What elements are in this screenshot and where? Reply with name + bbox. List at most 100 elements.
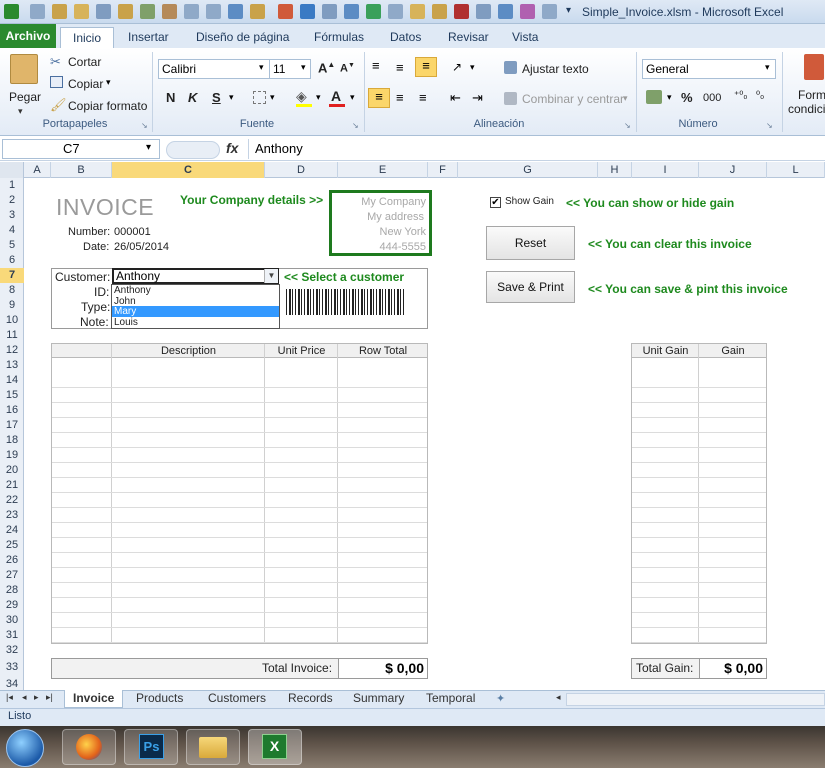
dialog-launcher-icon[interactable]: ↘ [352, 121, 359, 130]
currency-dropdown-icon[interactable]: ▾ [667, 92, 672, 103]
row-header[interactable]: 2 [0, 193, 24, 208]
row-header[interactable]: 19 [0, 448, 24, 463]
row-header[interactable]: 21 [0, 478, 24, 493]
shrink-font-icon[interactable]: A▼ [340, 62, 355, 75]
align-top-icon[interactable]: ≡ [372, 58, 380, 73]
quick-access-icon[interactable] [542, 4, 557, 19]
total-gain-value[interactable]: $ 0,00 [699, 659, 766, 678]
column-header-f[interactable]: F [428, 162, 458, 178]
row-header[interactable]: 32 [0, 643, 24, 658]
quick-access-icon[interactable] [344, 4, 359, 19]
percent-button[interactable]: % [681, 90, 693, 105]
undo-icon[interactable] [52, 4, 67, 19]
row-header[interactable]: 31 [0, 628, 24, 643]
decrease-decimal-icon[interactable]: ⁰₀ [756, 90, 764, 101]
name-box[interactable]: C7 [2, 139, 160, 159]
column-header-d[interactable]: D [265, 162, 338, 178]
row-header[interactable]: 15 [0, 388, 24, 403]
dropdown-option-louis[interactable]: Louis [114, 317, 138, 328]
sheet-tab-summary[interactable]: Summary [345, 690, 412, 708]
sheet-tab-products[interactable]: Products [128, 690, 191, 708]
sheet-nav-next-icon[interactable]: ▸ [34, 692, 39, 703]
italic-button[interactable]: K [188, 90, 197, 105]
borders-icon[interactable] [253, 91, 266, 104]
quick-access-icon[interactable] [410, 4, 425, 19]
number-format-combo[interactable]: General [642, 59, 776, 79]
quick-access-icon[interactable] [322, 4, 337, 19]
row-header[interactable]: 8 [0, 283, 24, 298]
font-color-dropdown-icon[interactable]: ▾ [350, 92, 355, 103]
name-box-dropdown-icon[interactable]: ▾ [146, 142, 151, 153]
row-header[interactable]: 9 [0, 298, 24, 313]
dialog-launcher-icon[interactable]: ↘ [141, 121, 148, 130]
number-format-dropdown-icon[interactable]: ▾ [765, 62, 770, 73]
quick-access-icon[interactable] [162, 4, 177, 19]
tab-inicio[interactable]: Inicio [60, 27, 114, 49]
underline-dropdown-icon[interactable]: ▾ [229, 92, 234, 103]
dropdown-option-mary[interactable]: Mary [112, 306, 279, 317]
quick-access-icon[interactable] [140, 4, 155, 19]
row-header[interactable]: 25 [0, 538, 24, 553]
quick-access-icon[interactable] [228, 4, 243, 19]
show-gain-checkbox[interactable]: ✔ [490, 197, 501, 208]
column-header-a[interactable]: A [24, 162, 51, 178]
quick-access-icon[interactable] [520, 4, 535, 19]
row-header[interactable]: 30 [0, 613, 24, 628]
row-header[interactable]: 5 [0, 238, 24, 253]
quick-access-icon[interactable] [96, 4, 111, 19]
row-header[interactable]: 11 [0, 328, 24, 343]
row-header[interactable]: 6 [0, 253, 24, 268]
tab-archivo[interactable]: Archivo [0, 24, 56, 48]
merge-center-button[interactable]: Combinar y centrar [522, 92, 624, 106]
row-header[interactable]: 28 [0, 583, 24, 598]
font-color-icon[interactable]: A [331, 88, 341, 104]
customer-dropdown-icon[interactable]: ▼ [264, 269, 278, 283]
align-bottom-icon[interactable]: ≡ [415, 57, 437, 77]
tab-diseno[interactable]: Diseño de página [186, 27, 299, 48]
dropdown-option-anthony[interactable]: Anthony [114, 285, 151, 296]
tab-vista[interactable]: Vista [502, 27, 548, 48]
row-header-active[interactable]: 7 [0, 268, 24, 283]
sheet-nav-first-icon[interactable]: |◂ [6, 692, 13, 703]
row-header[interactable]: 23 [0, 508, 24, 523]
column-header-b[interactable]: B [51, 162, 112, 178]
number-value[interactable]: 000001 [114, 226, 151, 238]
column-header-l[interactable]: L [767, 162, 825, 178]
row-header[interactable]: 14 [0, 373, 24, 388]
row-header[interactable]: 12 [0, 343, 24, 358]
excel-app-icon[interactable] [4, 4, 19, 19]
tab-formulas[interactable]: Fórmulas [304, 27, 374, 48]
currency-icon[interactable] [646, 90, 662, 104]
save-print-button[interactable]: Save & Print [486, 271, 575, 303]
quick-access-icon[interactable] [118, 4, 133, 19]
sheet-nav-prev-icon[interactable]: ◂ [22, 692, 27, 703]
sheet-tab-temporal[interactable]: Temporal [418, 690, 483, 708]
row-header[interactable]: 4 [0, 223, 24, 238]
align-middle-icon[interactable]: ≡ [396, 60, 404, 75]
grow-font-icon[interactable]: A▲ [318, 60, 335, 75]
insert-function-icon[interactable]: fx [226, 140, 238, 156]
paste-dropdown-icon[interactable]: ▾ [18, 106, 23, 117]
increase-decimal-icon[interactable]: ⁺⁰₀ [734, 90, 747, 101]
copy-dropdown-icon[interactable]: ▾ [106, 77, 111, 88]
quick-access-icon[interactable] [388, 4, 403, 19]
column-header-i[interactable]: I [632, 162, 699, 178]
column-header-c[interactable]: C [112, 162, 265, 178]
customer-combo[interactable]: Anthony [112, 268, 279, 284]
start-button-icon[interactable] [6, 729, 44, 767]
save-icon[interactable] [30, 4, 45, 19]
conditional-format-label-1[interactable]: Form [798, 88, 825, 102]
sheet-tab-invoice[interactable]: Invoice [64, 690, 124, 708]
reset-button[interactable]: Reset [486, 226, 575, 260]
total-invoice-value[interactable]: $ 0,00 [338, 659, 427, 678]
font-size-dropdown-icon[interactable]: ▾ [301, 62, 306, 73]
redo-icon[interactable] [74, 4, 89, 19]
sheet-tab-customers[interactable]: Customers [200, 690, 274, 708]
quick-access-icon[interactable] [454, 4, 469, 19]
row-header[interactable]: 24 [0, 523, 24, 538]
borders-dropdown-icon[interactable]: ▾ [270, 92, 275, 103]
quick-access-icon[interactable] [366, 4, 381, 19]
quick-access-icon[interactable] [206, 4, 221, 19]
row-header[interactable]: 18 [0, 433, 24, 448]
align-center-icon[interactable]: ≡ [396, 90, 404, 105]
